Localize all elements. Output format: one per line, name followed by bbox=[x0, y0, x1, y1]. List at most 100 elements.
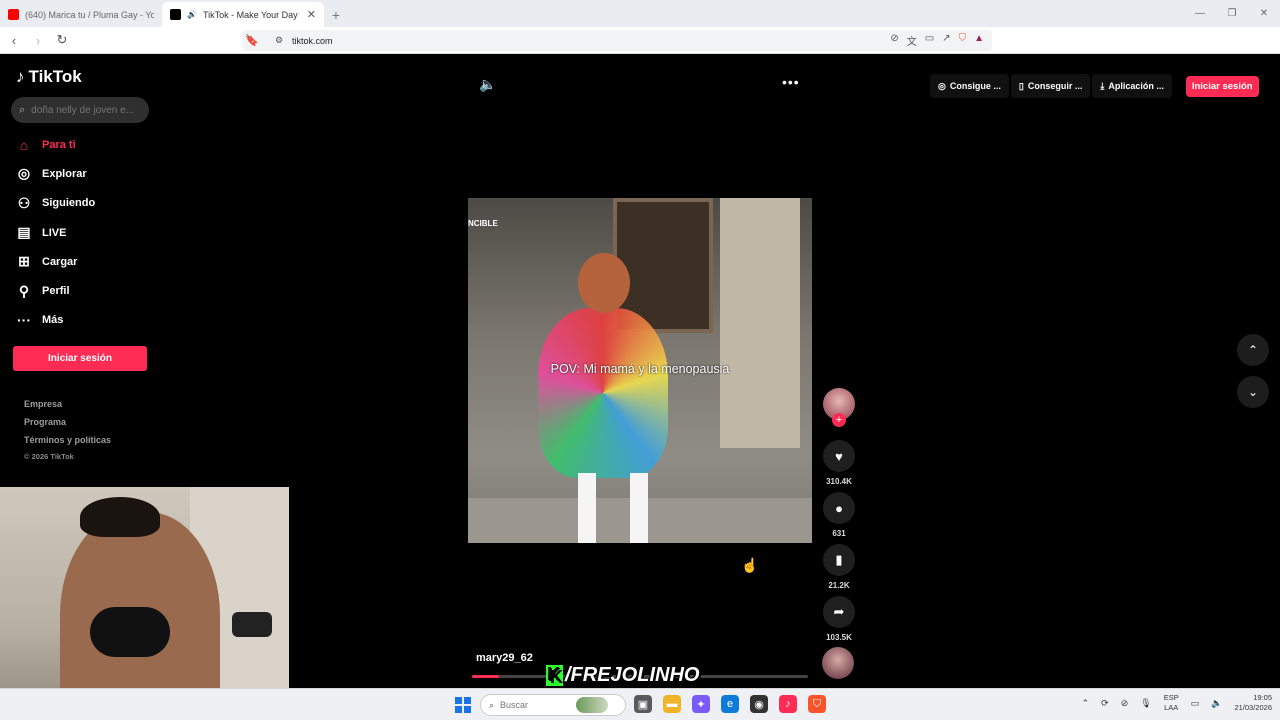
brave-rewards-icon[interactable]: ▲ bbox=[974, 33, 984, 48]
video-caption: POV: Mi mamá y la menopausia bbox=[550, 362, 730, 376]
url-actions: ⊘ 文 ▭ ↗ ⛉ ▲ bbox=[890, 33, 984, 48]
copyright: © 2026 TikTok bbox=[24, 452, 74, 461]
url-box[interactable]: 🔖 ⚙ tiktok.com ⊘ 文 ▭ ↗ ⛉ ▲ bbox=[242, 30, 992, 51]
edge-icon[interactable]: e bbox=[721, 695, 739, 713]
webcam-person-hair bbox=[80, 497, 160, 537]
sync-icon[interactable]: ⟳ bbox=[1101, 698, 1109, 709]
search-icon: ⌕ bbox=[489, 699, 495, 710]
more-icon: ··· bbox=[17, 312, 31, 329]
search-icon[interactable]: ⌕ bbox=[19, 104, 25, 117]
share-action[interactable]: ➦ 103.5K bbox=[822, 596, 856, 642]
like-action[interactable]: ♥ 310.4K bbox=[822, 440, 856, 486]
forward-icon[interactable]: › bbox=[28, 33, 48, 48]
share-arrow-icon[interactable]: ➦ bbox=[823, 596, 855, 628]
taskbar-search[interactable]: ⌕ bbox=[480, 694, 626, 716]
previous-video-button[interactable]: ⌃ bbox=[1237, 334, 1269, 366]
sidebar-item-siguiendo[interactable]: ⚇ Siguiendo bbox=[16, 189, 156, 218]
video-scene-door bbox=[720, 198, 800, 448]
bookmark-icon[interactable]: ▮ bbox=[823, 544, 855, 576]
video-watermark: NCIBLE bbox=[468, 219, 498, 228]
get-coins-button[interactable]: ◎ Consigue ... bbox=[930, 74, 1009, 98]
sidebar-login-button[interactable]: Iniciar sesión bbox=[13, 346, 147, 371]
search-input[interactable] bbox=[31, 104, 137, 116]
close-tab-icon[interactable]: ✕ bbox=[307, 8, 316, 21]
video-username[interactable]: mary29_62 bbox=[476, 652, 533, 664]
chevron-up-icon[interactable]: ⌃ bbox=[1082, 698, 1090, 709]
keyboard-layout: LAA bbox=[1164, 703, 1179, 712]
windows-start-icon[interactable] bbox=[455, 697, 471, 713]
volume-icon[interactable]: 🔈 bbox=[479, 76, 496, 93]
next-video-button[interactable]: ⌄ bbox=[1237, 376, 1269, 408]
top-buttons: ◎ Consigue ... ▯ Conseguir ... ⤓ Aplicac… bbox=[930, 74, 1259, 98]
language-indicator[interactable]: ESP LAA bbox=[1164, 693, 1179, 713]
comment-icon[interactable]: ● bbox=[823, 492, 855, 524]
network-off-icon[interactable]: ⊘ bbox=[1121, 698, 1129, 709]
hand-cursor-icon: ☝ bbox=[741, 557, 759, 573]
sidebar-item-para-ti[interactable]: ⌂ Para ti bbox=[16, 130, 156, 159]
footer-link-empresa[interactable]: Empresa bbox=[24, 399, 111, 417]
minimize-icon[interactable]: — bbox=[1184, 0, 1216, 27]
brave-browser-icon[interactable]: ⛉ bbox=[808, 695, 826, 713]
cast-icon[interactable]: ▭ bbox=[925, 33, 934, 48]
brave-shields-icon[interactable]: ⛉ bbox=[959, 33, 967, 48]
clock[interactable]: 19:05 21/03/2026 bbox=[1234, 693, 1272, 713]
reload-icon[interactable]: ↻ bbox=[52, 32, 72, 48]
footer-link-terminos[interactable]: Términos y políticas bbox=[24, 435, 111, 453]
more-options-icon[interactable]: ••• bbox=[782, 74, 800, 90]
no-camera-icon[interactable]: ⊘ bbox=[890, 33, 898, 48]
tiktok-logo[interactable]: ♪ TikTok bbox=[16, 67, 82, 87]
comment-action[interactable]: ● 631 bbox=[822, 492, 856, 538]
sidebar-item-label: Para ti bbox=[42, 138, 76, 151]
volume-icon[interactable]: 🔈 bbox=[1211, 698, 1222, 709]
sidebar-item-label: Explorar bbox=[42, 167, 87, 180]
top-login-button[interactable]: Iniciar sesión bbox=[1185, 75, 1259, 97]
display-icon[interactable]: ▭ bbox=[1191, 698, 1200, 709]
heart-icon[interactable]: ♥ bbox=[823, 440, 855, 472]
profile-icon: ⚲ bbox=[18, 282, 30, 299]
task-view-icon[interactable]: ▣ bbox=[634, 695, 652, 713]
tab-tiktok[interactable]: 🔊 TikTok - Make Your Day ✕ bbox=[162, 2, 324, 27]
sidebar-item-perfil[interactable]: ⚲ Perfil bbox=[16, 276, 156, 305]
tab-youtube[interactable]: (640) Marica tu / Pluma Gay - YouTube bbox=[0, 2, 162, 27]
file-explorer-icon[interactable]: ▬ bbox=[663, 695, 681, 713]
tab-title: TikTok - Make Your Day bbox=[202, 9, 298, 20]
taskbar-apps: ▣ ▬ ✦ e ◉ ♪ ⛉ bbox=[634, 695, 826, 713]
sidebar-item-explorar[interactable]: ◎ Explorar bbox=[16, 159, 156, 188]
copilot-icon[interactable]: ✦ bbox=[692, 695, 710, 713]
video-scene-legs bbox=[568, 473, 658, 543]
share-icon[interactable]: ↗ bbox=[942, 33, 950, 48]
footer-links: Empresa Programa Términos y políticas bbox=[24, 399, 111, 453]
save-action[interactable]: ▮ 21.2K bbox=[822, 544, 856, 590]
browser-tab-bar: (640) Marica tu / Pluma Gay - YouTube 🔊 … bbox=[0, 0, 1280, 27]
sidebar-item-live[interactable]: ▤ LIVE bbox=[16, 218, 156, 247]
restore-icon[interactable]: ❐ bbox=[1216, 0, 1248, 27]
sidebar-item-mas[interactable]: ··· Más bbox=[16, 306, 156, 335]
webcam-microphone bbox=[90, 607, 170, 657]
new-tab-button[interactable]: + bbox=[324, 2, 348, 27]
music-disc-avatar[interactable] bbox=[822, 647, 854, 679]
follow-plus-icon[interactable]: + bbox=[832, 413, 846, 427]
streamer-name: /FREJOLINHO bbox=[565, 664, 700, 686]
taskbar-search-input[interactable] bbox=[500, 700, 571, 710]
translate-icon[interactable]: 文 bbox=[907, 33, 917, 48]
sidebar-item-label: LIVE bbox=[42, 226, 67, 239]
sidebar-item-label: Cargar bbox=[42, 255, 78, 268]
footer-link-programa[interactable]: Programa bbox=[24, 417, 111, 435]
close-window-icon[interactable]: ✕ bbox=[1248, 0, 1280, 27]
sidebar-item-cargar[interactable]: ⊞ Cargar bbox=[16, 247, 156, 276]
get-app-button[interactable]: ▯ Conseguir ... bbox=[1010, 74, 1091, 98]
url-text[interactable]: tiktok.com bbox=[292, 36, 333, 46]
search-box[interactable]: ⌕ bbox=[11, 97, 149, 123]
obs-icon[interactable]: ◉ bbox=[750, 695, 768, 713]
bookmark-icon[interactable]: 🔖 bbox=[242, 34, 262, 47]
microphone-icon[interactable]: 🎙 bbox=[1140, 698, 1151, 709]
clock-time: 19:05 bbox=[1253, 693, 1272, 702]
video-player[interactable]: NCIBLE POV: Mi mamá y la menopausia bbox=[468, 198, 812, 543]
site-info-icon[interactable]: ⚙ bbox=[270, 35, 288, 46]
back-icon[interactable]: ‹ bbox=[4, 33, 24, 48]
windows-taskbar: ⌕ ▣ ▬ ✦ e ◉ ♪ ⛉ ⌃ ⟳ ⊘ 🎙 ESP LAA ▭ 🔈 19:0… bbox=[0, 688, 1280, 720]
tiktok-app-icon[interactable]: ♪ bbox=[779, 695, 797, 713]
home-icon: ⌂ bbox=[19, 136, 29, 153]
youtube-favicon-icon bbox=[8, 9, 19, 20]
desktop-app-button[interactable]: ⤓ Aplicación ... bbox=[1092, 74, 1172, 98]
